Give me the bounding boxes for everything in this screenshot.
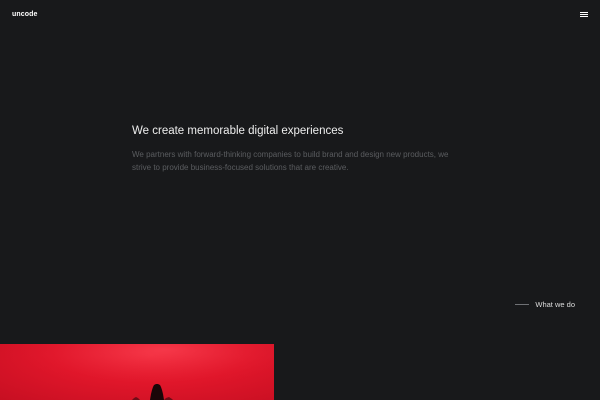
figure-silhouette-icon	[0, 344, 274, 400]
what-we-do-label: What we do	[535, 300, 575, 309]
menu-line	[580, 12, 588, 13]
hero-heading: We create memorable digital experiences	[132, 125, 344, 137]
menu-line	[580, 16, 588, 17]
hamburger-menu-icon[interactable]	[580, 11, 588, 18]
site-logo[interactable]: uncode	[12, 11, 38, 18]
featured-image[interactable]	[0, 344, 274, 400]
page: uncode We create memorable digital exper…	[0, 0, 600, 400]
what-we-do-link[interactable]: What we do	[515, 300, 575, 309]
dash-line-icon	[515, 304, 530, 305]
hero-description: We partners with forward-thinking compan…	[132, 150, 449, 172]
menu-line	[580, 14, 588, 15]
